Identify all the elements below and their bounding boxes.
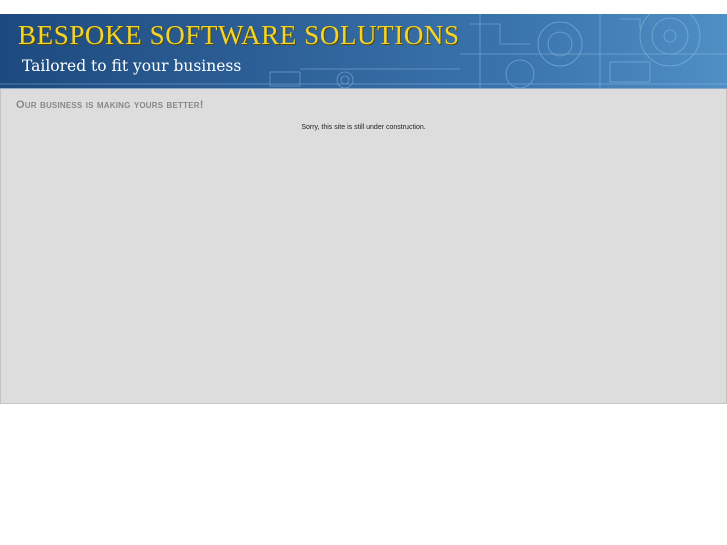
construction-notice: Sorry, this site is still under construc… — [301, 124, 426, 131]
page: BESPOKE SOFTWARE SOLUTIONS Tailored to f… — [0, 14, 727, 404]
main-content: Our business is making yours better! Sor… — [0, 89, 727, 404]
site-title: BESPOKE SOFTWARE SOLUTIONS — [18, 20, 460, 50]
site-banner: BESPOKE SOFTWARE SOLUTIONS Tailored to f… — [0, 14, 727, 89]
site-tagline: Tailored to fit your business — [22, 57, 242, 75]
slogan-heading: Our business is making yours better! — [16, 99, 204, 111]
